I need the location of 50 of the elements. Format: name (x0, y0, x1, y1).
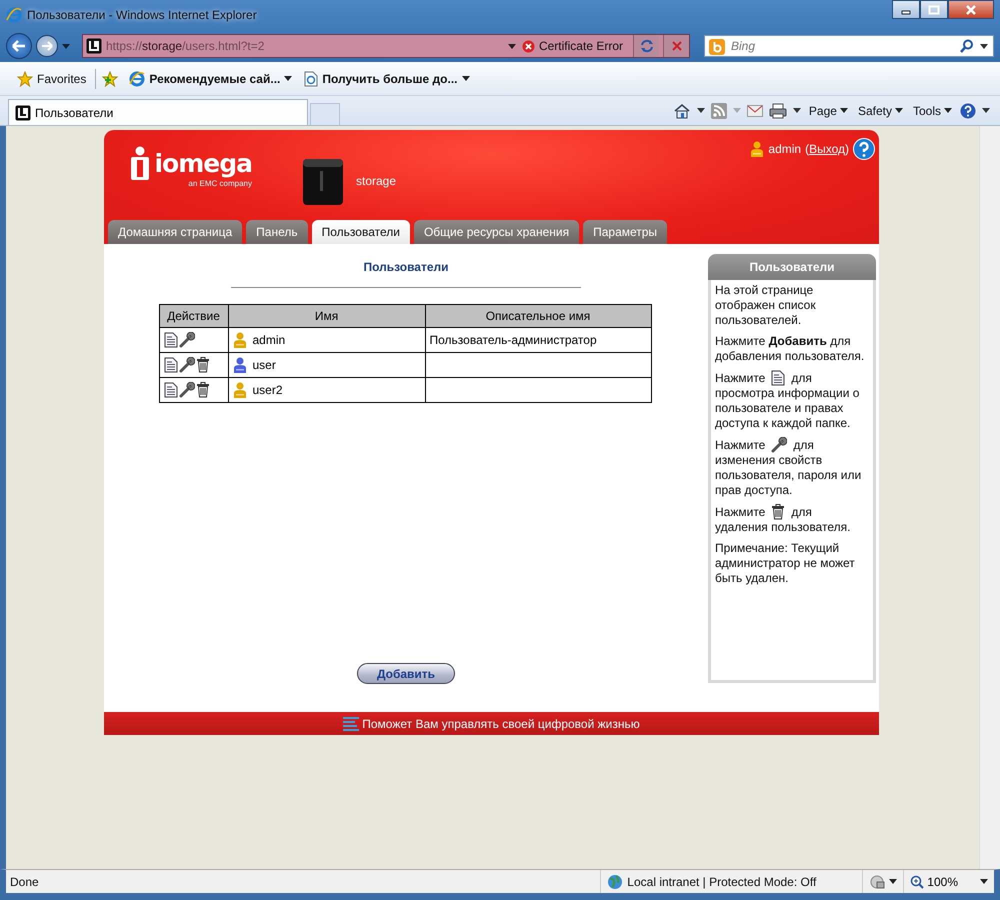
user-name: user2 (252, 383, 283, 397)
command-menu[interactable]: Page (806, 102, 850, 118)
nav-tab[interactable]: Панель (246, 220, 308, 244)
favorites-link[interactable]: Рекомендуемые сай... (126, 68, 296, 88)
logo-text: iomega (154, 148, 252, 178)
help-text: просмотра информации о пользователе и правах доступа к каждой папке. (715, 386, 860, 431)
help-text: удаления пользователя. (715, 520, 852, 535)
table-cell: Пользователь-администратор (425, 328, 651, 352)
zoom-button[interactable]: 100% (910, 874, 958, 888)
help-text: Нажмите (715, 370, 766, 386)
nav-tab[interactable]: Пользователи (312, 220, 410, 244)
device-name: storage (356, 174, 396, 188)
column-header: Описательное имя (425, 304, 651, 328)
address-field[interactable]: https://storage/users.html?t=2 Certificate Error (82, 34, 690, 58)
favorites-link[interactable]: Получить больше до... (301, 68, 472, 88)
search-field[interactable]: Bing (704, 35, 994, 57)
column-header: Имя (228, 304, 425, 328)
column-header: Действие (159, 304, 228, 328)
user-name: admin (768, 142, 802, 156)
command-menu[interactable]: Tools (910, 102, 954, 118)
nav-tab[interactable]: Параметры (583, 220, 668, 244)
add-button[interactable]: Добавить (357, 663, 455, 684)
zone-text: Local intranet | Protected Mode: Off (627, 874, 816, 888)
footer-text: Поможет Вам управлять своей цифровой жизнью (362, 716, 640, 730)
certificate-error-button[interactable]: Certificate Error (520, 35, 629, 57)
paren-text: ( (805, 142, 810, 156)
window-title: Пользователи - Windows Internet Explorer (27, 8, 257, 22)
help-text: Нажмите (715, 438, 766, 452)
help-text: Нажмите (715, 504, 766, 520)
logout-link[interactable]: Выход (809, 142, 845, 156)
nav-tab[interactable]: Общие ресурсы хранения (414, 220, 580, 244)
browser-tab[interactable]: Пользователи (8, 99, 308, 125)
help-text: для (791, 504, 812, 520)
user-name: user (252, 358, 276, 372)
help-text: для (791, 370, 812, 386)
favorites-button[interactable]: Favorites (14, 68, 90, 88)
help-text: изменения свойств пользователя, пароля или прав доступа. (715, 453, 862, 498)
paren-text: ) (845, 142, 849, 156)
url-text: https://storage/users.html?t=2 (106, 39, 266, 53)
nav-tab[interactable]: Домашняя страница (108, 220, 242, 244)
command-menu[interactable]: Safety (856, 102, 905, 118)
help-title: Пользователи (708, 254, 876, 280)
user-name: admin (252, 333, 286, 347)
help-text: На этой странице отображен список пользователей. (715, 283, 817, 328)
help-text: для (793, 438, 814, 452)
help-text: Примечание: Текущий администратор не может быть удален. (715, 541, 856, 586)
page-heading: Пользователи (363, 260, 449, 274)
status-text: Done (9, 874, 40, 888)
logo-tagline: an EMC company (188, 179, 252, 188)
help-text: Нажмите Добавить для добавления пользователя. (715, 334, 866, 364)
